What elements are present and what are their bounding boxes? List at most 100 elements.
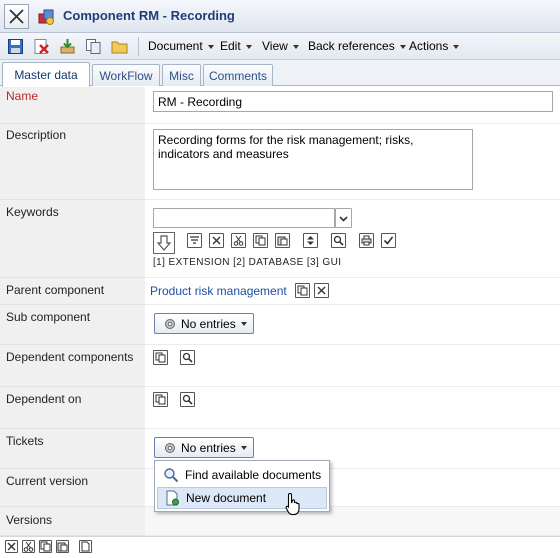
versions-copy-button[interactable]	[39, 540, 52, 553]
versions-row-label-cell: Versions	[0, 507, 145, 536]
menu-actions-label: Actions	[409, 39, 449, 53]
keywords-label: Keywords	[6, 205, 59, 219]
tickets-row-label-cell: Tickets	[0, 429, 145, 469]
confirm-button[interactable]	[381, 233, 396, 248]
remove-keyword-button[interactable]	[209, 233, 224, 248]
tab-workflow[interactable]: WorkFlow	[92, 64, 160, 86]
parent-copy-button[interactable]	[295, 283, 310, 298]
versions-cut-button[interactable]	[22, 540, 35, 553]
chevron-down-icon	[240, 445, 247, 450]
name-label: Name	[6, 89, 39, 103]
menu-view[interactable]: View	[262, 39, 299, 53]
versions-new-button[interactable]	[79, 540, 92, 553]
keyword-tags: [1] EXTENSION [2] DATABASE [3] GUI	[153, 257, 341, 268]
name-row-label-cell: Name	[0, 87, 145, 124]
parent-component-label: Parent component	[6, 283, 105, 297]
chevron-down-icon	[245, 44, 252, 49]
menu-document[interactable]: Document	[148, 39, 214, 53]
sub-component-entries-label: No entries	[181, 316, 236, 331]
find-available-documents-label: Find available documents	[185, 468, 322, 482]
search-icon	[333, 235, 344, 246]
parent-component-row-value-cell: Product risk management	[145, 278, 560, 305]
sort-icon	[307, 236, 314, 245]
parent-component-row-label-cell: Parent component	[0, 278, 145, 305]
sort-button[interactable]	[303, 233, 318, 248]
keyword-tag[interactable]: [1] EXTENSION	[153, 257, 230, 268]
paste-button[interactable]	[275, 233, 290, 248]
versions-remove-button[interactable]	[5, 540, 18, 553]
sub-component-label: Sub component	[6, 310, 91, 324]
current-version-label: Current version	[6, 474, 89, 488]
tab-misc[interactable]: Misc	[162, 64, 201, 86]
search-icon	[182, 352, 193, 363]
name-input[interactable]	[153, 91, 553, 112]
folder-icon[interactable]	[111, 38, 128, 55]
keywords-input[interactable]	[153, 208, 335, 228]
dependent-components-copy-button[interactable]	[153, 350, 168, 365]
keyword-tag-index: [1]	[153, 257, 166, 268]
save-icon[interactable]	[7, 38, 24, 55]
keyword-tag-text: GUI	[322, 257, 342, 268]
parent-component-link[interactable]: Product risk management	[150, 284, 287, 298]
import-icon[interactable]	[59, 38, 76, 55]
keyword-tag[interactable]: [3] GUI	[307, 257, 342, 268]
new-document-icon	[166, 490, 179, 506]
sub-component-row-label-cell: Sub component	[0, 305, 145, 345]
keyword-tag-text: DATABASE	[248, 257, 304, 268]
cut-button[interactable]	[231, 233, 246, 248]
description-row-value-cell: Recording forms for the risk management;…	[145, 124, 560, 200]
keyword-tag-index: [2]	[233, 257, 246, 268]
tab-master-data[interactable]: Master data	[2, 62, 90, 87]
gear-icon	[165, 442, 175, 453]
keywords-row-value-cell: [1] EXTENSION [2] DATABASE [3] GUI	[145, 200, 560, 278]
close-icon	[317, 286, 326, 295]
filter-button[interactable]	[187, 233, 202, 248]
scissors-icon	[23, 541, 34, 552]
parent-remove-button[interactable]	[314, 283, 329, 298]
close-icon[interactable]	[4, 4, 29, 29]
print-button[interactable]	[359, 233, 374, 248]
new-document-icon	[81, 541, 90, 552]
menu-back-references-label: Back references	[308, 39, 395, 53]
versions-label: Versions	[6, 513, 53, 527]
search-button[interactable]	[331, 233, 346, 248]
menu-edit[interactable]: Edit	[220, 39, 252, 53]
filter-icon	[190, 236, 199, 244]
versions-paste-button[interactable]	[56, 540, 69, 553]
checkmark-icon	[383, 236, 394, 245]
copy-icon[interactable]	[85, 38, 102, 55]
description-textarea[interactable]: Recording forms for the risk management;…	[153, 129, 473, 190]
tab-comments[interactable]: Comments	[203, 64, 273, 86]
dependent-components-search-button[interactable]	[180, 350, 195, 365]
dependent-on-search-button[interactable]	[180, 392, 195, 407]
copy-icon	[255, 235, 266, 246]
dependent-on-label: Dependent on	[6, 392, 82, 406]
chevron-down-icon	[453, 44, 460, 49]
sub-component-row-value-cell: No entries	[145, 305, 560, 345]
menu-actions[interactable]: Actions	[409, 39, 460, 53]
find-available-documents-item[interactable]: Find available documents	[157, 464, 327, 486]
copy-icon	[155, 352, 166, 363]
chevron-down-icon	[339, 215, 348, 222]
title-bar: Component RM - Recording	[0, 0, 560, 33]
toolbar: Document Edit View Back references Actio…	[0, 33, 560, 60]
tickets-entries-button[interactable]: No entries	[154, 437, 254, 458]
gear-icon	[165, 318, 175, 329]
keyword-tag-index: [3]	[306, 257, 320, 268]
chevron-down-icon	[240, 321, 247, 326]
sub-component-entries-button[interactable]: No entries	[154, 313, 254, 334]
delete-icon[interactable]	[33, 38, 50, 55]
dependent-on-copy-button[interactable]	[153, 392, 168, 407]
paste-icon	[57, 542, 68, 552]
tickets-label: Tickets	[6, 434, 44, 448]
versions-toolbar	[0, 536, 560, 558]
insert-keyword-button[interactable]	[153, 232, 175, 254]
copy-button[interactable]	[253, 233, 268, 248]
menu-back-references[interactable]: Back references	[308, 39, 406, 53]
search-icon	[182, 394, 193, 405]
keyword-tag[interactable]: [2] DATABASE	[233, 257, 304, 268]
keywords-dropdown-button[interactable]	[335, 208, 352, 228]
dependent-components-row-label-cell: Dependent components	[0, 345, 145, 387]
tickets-popup-menu: Find available documents New document	[154, 460, 330, 512]
dependent-components-label: Dependent components	[6, 350, 134, 364]
